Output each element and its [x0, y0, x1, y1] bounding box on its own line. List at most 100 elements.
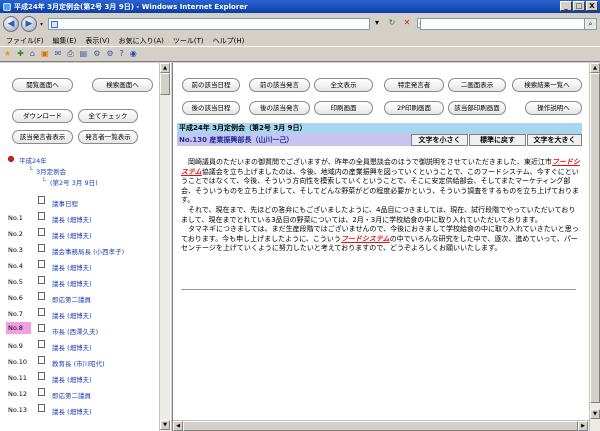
page-menu-icon[interactable]: ▤ — [80, 49, 88, 59]
menu-tools[interactable]: ツール(T) — [173, 36, 204, 46]
expand-icon[interactable] — [8, 156, 14, 162]
refresh-icon[interactable]: ↻ — [387, 18, 397, 28]
feeds-icon[interactable]: ▣ — [41, 49, 49, 59]
safety-menu-icon[interactable]: ⚙ — [93, 49, 100, 59]
speaker-checkbox[interactable] — [38, 212, 45, 220]
research-icon[interactable]: ◉ — [130, 49, 137, 59]
print-matching-button[interactable]: 該当部印刷画面 — [448, 101, 506, 115]
speaker-name-link[interactable]: 議長 (畑博夫) — [52, 230, 92, 240]
speaker-name-link[interactable]: 教育長 (市川昭代) — [52, 358, 105, 368]
speaker-checkbox[interactable] — [38, 260, 45, 268]
speaker-name-link[interactable]: 議長 (畑博夫) — [52, 374, 92, 384]
speaker-checkbox[interactable] — [38, 244, 45, 252]
speaker-row[interactable]: No.1 議長 (畑博夫) — [0, 210, 159, 226]
speaker-checkbox[interactable] — [38, 372, 45, 380]
prev-schedule-button[interactable]: 前の該当日程 — [182, 78, 240, 92]
scroll-up-icon[interactable]: ▲ — [590, 63, 600, 73]
right-scroll-thumb[interactable] — [590, 73, 600, 403]
url-input[interactable] — [48, 18, 370, 30]
horizontal-scrollbar[interactable]: ◀ ▶ — [173, 420, 589, 431]
speaker-name-link[interactable]: 議会事務局長 (小西孝子) — [52, 246, 124, 256]
next-speech-button[interactable]: 後の該当発言 — [249, 101, 310, 115]
speaker-name-link[interactable]: 議長 (畑博夫) — [52, 406, 92, 416]
next-schedule-button[interactable]: 後の該当日程 — [182, 101, 240, 115]
speaker-checkbox[interactable] — [38, 356, 45, 364]
search-icon[interactable]: ⌕ — [584, 18, 597, 30]
speaker-row[interactable]: No.12 即応第二議員 — [0, 386, 159, 402]
speaker-name-link[interactable]: 議長 (畑博夫) — [52, 278, 92, 288]
left-scroll-thumb[interactable] — [160, 73, 170, 95]
speaker-checkbox[interactable] — [38, 324, 45, 332]
left-scrollbar[interactable]: ▲ ▼ — [159, 63, 170, 431]
search-input[interactable] — [420, 18, 585, 30]
speaker-checkbox[interactable] — [38, 388, 45, 396]
tree-issue[interactable]: (第2号 3月 9日) — [50, 177, 98, 187]
speaker-row[interactable]: No.6 即応第二議員 — [0, 290, 159, 306]
favorites-star-icon[interactable]: ★ — [4, 49, 11, 59]
tree-year[interactable]: 平成24年 — [19, 155, 47, 165]
horizontal-scroll-thumb[interactable] — [183, 421, 578, 431]
history-dropdown-icon[interactable]: ▾ — [40, 21, 43, 28]
scroll-down-icon[interactable]: ▼ — [160, 420, 170, 430]
speaker-row[interactable]: No.4 議長 (畑博夫) — [0, 258, 159, 274]
speaker-row[interactable]: No.7 議長 (畑博夫) — [0, 306, 159, 322]
help-button[interactable]: 操作説明へ — [525, 101, 582, 115]
check-all-button[interactable]: 全てチェック — [78, 109, 138, 123]
maximize-button[interactable]: □ — [573, 1, 585, 11]
speaker-checkbox[interactable] — [38, 228, 45, 236]
print-2p-button[interactable]: 2P印刷画面 — [384, 101, 444, 115]
scroll-down-icon[interactable]: ▼ — [590, 409, 600, 419]
download-button[interactable]: ダウンロード — [12, 109, 73, 123]
tools-menu-icon[interactable]: ⚙ — [106, 49, 113, 59]
text-smaller-button[interactable]: 文字を小さく — [411, 134, 468, 146]
speaker-checkbox[interactable] — [38, 404, 45, 412]
help-menu-icon[interactable]: ? — [120, 49, 124, 59]
specific-speaker-button[interactable]: 特定発言者 — [384, 78, 444, 92]
prev-speech-button[interactable]: 前の該当発言 — [249, 78, 310, 92]
home-icon[interactable]: ⌂ — [30, 49, 35, 59]
speaker-name-link[interactable]: 即応第二議員 — [52, 294, 91, 304]
speaker-checkbox[interactable] — [38, 308, 45, 316]
speaker-row[interactable]: No.11 議長 (畑博夫) — [0, 370, 159, 386]
show-matching-speakers-button[interactable]: 該当発言者表示 — [12, 130, 73, 144]
speaker-name-link[interactable]: 市長 (西澤久夫) — [52, 326, 98, 336]
back-arrow-icon[interactable]: ◀ — [3, 16, 19, 32]
speaker-name-link[interactable]: 議事日程 — [52, 198, 78, 208]
browse-screen-button[interactable]: 閲覧画面へ — [12, 78, 73, 92]
print-icon[interactable]: ⎙ — [67, 49, 73, 59]
dropdown-icon[interactable]: ▾ — [372, 18, 382, 28]
minimize-button[interactable]: _ — [560, 1, 572, 11]
full-text-button[interactable]: 全文表示 — [314, 78, 373, 92]
scroll-right-icon[interactable]: ▶ — [578, 421, 588, 431]
menu-favorites[interactable]: お気に入り(A) — [119, 36, 164, 46]
speaker-row[interactable]: No.8 市長 (西澤久夫) — [0, 322, 159, 338]
speaker-row[interactable]: No.2 議長 (畑博夫) — [0, 226, 159, 242]
speaker-row[interactable]: No.10 教育長 (市川昭代) — [0, 354, 159, 370]
speaker-checkbox[interactable] — [38, 292, 45, 300]
text-standard-button[interactable]: 標準に戻す — [469, 134, 526, 146]
speaker-name-link[interactable]: 議長 (畑博夫) — [52, 310, 92, 320]
speaker-name-link[interactable]: 議長 (畑博夫) — [52, 342, 92, 352]
scroll-left-icon[interactable]: ◀ — [173, 421, 183, 431]
text-larger-button[interactable]: 文字を大きく — [527, 134, 582, 146]
tree-session[interactable]: 3月定例会 — [36, 166, 66, 176]
speaker-name-link[interactable]: 議長 (畑博夫) — [52, 214, 92, 224]
menu-edit[interactable]: 編集(E) — [53, 36, 77, 46]
speaker-row[interactable]: No.5 議長 (畑博夫) — [0, 274, 159, 290]
menu-view[interactable]: 表示(V) — [85, 36, 109, 46]
forward-arrow-icon[interactable]: ▶ — [21, 16, 37, 32]
speaker-row[interactable]: No.13 議長 (畑博夫) — [0, 402, 159, 418]
two-column-button[interactable]: 二画面表示 — [448, 78, 506, 92]
speaker-row[interactable]: 議事日程 — [0, 194, 159, 210]
add-favorites-icon[interactable]: ✚ — [17, 49, 24, 59]
close-button[interactable]: X — [586, 1, 598, 11]
speaker-row[interactable]: No.9 議長 (畑博夫) — [0, 338, 159, 354]
print-screen-button[interactable]: 印刷画面 — [314, 101, 373, 115]
stop-icon[interactable]: ✕ — [402, 18, 412, 28]
menu-file[interactable]: ファイル(F) — [6, 36, 44, 46]
right-scrollbar[interactable]: ▲ ▼ — [589, 63, 600, 431]
show-speaker-list-button[interactable]: 発言者一覧表示 — [78, 130, 138, 144]
speaker-checkbox[interactable] — [38, 196, 45, 204]
search-screen-button[interactable]: 検索画面へ — [92, 78, 153, 92]
speaker-name-link[interactable]: 即応第二議員 — [52, 390, 91, 400]
